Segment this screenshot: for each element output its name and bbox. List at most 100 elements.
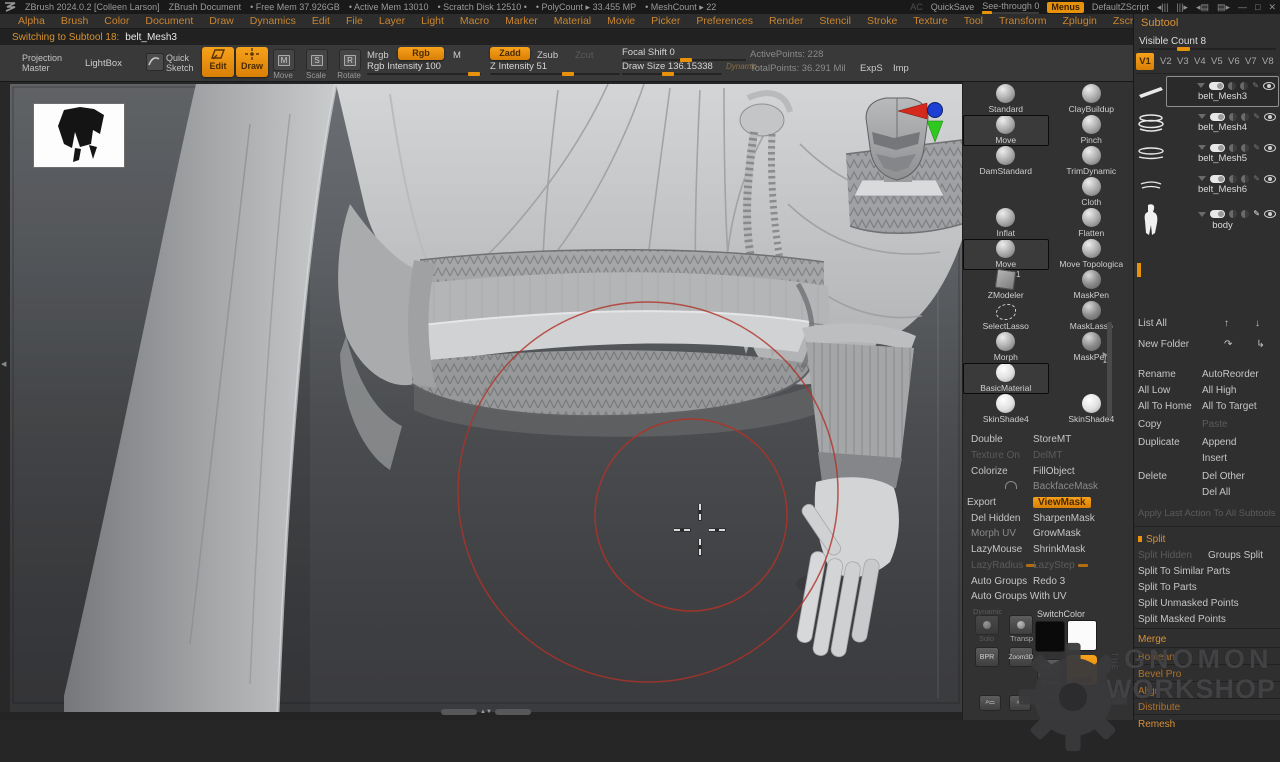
mrgb-button[interactable]: Mrgb bbox=[367, 50, 389, 61]
menu-brush[interactable]: Brush bbox=[53, 15, 96, 27]
sharpenmask-button[interactable]: SharpenMask bbox=[1033, 513, 1130, 524]
paste-button[interactable]: Paste bbox=[1202, 419, 1278, 430]
polypaint-icon[interactable] bbox=[1210, 113, 1225, 121]
minimize-button[interactable]: — bbox=[1238, 2, 1247, 12]
menu-light[interactable]: Light bbox=[413, 15, 452, 27]
copy-button[interactable]: Copy bbox=[1138, 419, 1202, 430]
move-up-icon[interactable]: ↑ bbox=[1224, 318, 1229, 329]
all-to-target-button[interactable]: All To Target bbox=[1202, 401, 1278, 412]
menu-color[interactable]: Color bbox=[96, 15, 137, 27]
lazyradius-slider[interactable]: LazyRadius bbox=[967, 560, 1033, 571]
visibility-eye-icon[interactable] bbox=[1264, 113, 1276, 121]
storemt-button[interactable]: StoreMT bbox=[1033, 434, 1130, 445]
brush-cloth[interactable]: Cloth bbox=[1049, 177, 1135, 208]
paint-icon[interactable]: ✎ bbox=[1253, 210, 1260, 218]
move-down-icon[interactable]: ↓ bbox=[1255, 318, 1260, 329]
uv-icon[interactable] bbox=[1229, 210, 1237, 218]
menu-tool[interactable]: Tool bbox=[956, 15, 991, 27]
polypaint-icon[interactable] bbox=[1210, 175, 1225, 183]
material-skinshade4[interactable]: SkinShade4 bbox=[963, 394, 1049, 425]
draw-button[interactable]: Draw bbox=[236, 47, 268, 77]
visibility-eye-icon[interactable] bbox=[1263, 82, 1275, 90]
funnel-icon[interactable] bbox=[1197, 83, 1205, 88]
viewmask-button[interactable]: ViewMask bbox=[1033, 497, 1091, 508]
paint-icon[interactable]: ✎ bbox=[1253, 144, 1260, 152]
material-basicmaterial[interactable]: BasicMaterial bbox=[963, 363, 1049, 394]
bevel-pro-section-header[interactable]: Bevel Pro bbox=[1138, 669, 1181, 680]
all-high-button[interactable]: All High bbox=[1202, 385, 1278, 396]
frame-icon[interactable]: ⌕▭ bbox=[979, 695, 1001, 711]
rotate-button[interactable]: R bbox=[339, 49, 361, 71]
menu-dynamics[interactable]: Dynamics bbox=[242, 15, 304, 27]
uv-icon[interactable] bbox=[1229, 144, 1237, 152]
auto-groups-with-uv-button[interactable]: Auto Groups With UV bbox=[967, 591, 1067, 602]
brush-move-2[interactable]: Move bbox=[963, 239, 1049, 270]
default-zscript-button[interactable]: DefaultZScript bbox=[1092, 2, 1149, 12]
zsub-button[interactable]: Zsub bbox=[537, 50, 558, 61]
tab-v8[interactable]: V8 bbox=[1262, 56, 1274, 67]
displacement-icon[interactable] bbox=[1241, 113, 1249, 121]
subtool-item-belt-mesh4[interactable]: ✎ belt_Mesh4 bbox=[1136, 107, 1279, 138]
del-other-button[interactable]: Del Other bbox=[1202, 471, 1278, 482]
uv-icon[interactable] bbox=[1228, 82, 1236, 90]
scroll-arrows-icon[interactable]: ▲▼ bbox=[480, 709, 492, 715]
menu-render[interactable]: Render bbox=[761, 15, 811, 27]
boolean-section-header[interactable]: Boolean bbox=[1138, 652, 1175, 663]
polypaint-icon[interactable] bbox=[1210, 210, 1225, 218]
displacement-icon[interactable] bbox=[1241, 175, 1249, 183]
append-button[interactable]: Append bbox=[1202, 437, 1278, 448]
brush-trimdynamic[interactable]: TrimDynamic bbox=[1049, 146, 1135, 177]
tab-v3[interactable]: V3 bbox=[1177, 56, 1189, 67]
brush-move-topological[interactable]: Move Topologica bbox=[1049, 239, 1135, 270]
see-through-slider[interactable]: See-through 0 bbox=[982, 1, 1039, 13]
solo-icon[interactable] bbox=[975, 615, 999, 635]
visibility-eye-icon[interactable] bbox=[1264, 175, 1276, 183]
brush-masklasso[interactable]: MaskLasso bbox=[1049, 301, 1135, 332]
timeline-left-icon[interactable]: ◂||| bbox=[1157, 2, 1169, 13]
remesh-section-header[interactable]: Remesh bbox=[1138, 719, 1175, 730]
imp-button[interactable]: Imp bbox=[893, 63, 909, 74]
rgb-intensity-slider[interactable]: Rgb Intensity 100 bbox=[367, 61, 481, 72]
menu-preferences[interactable]: Preferences bbox=[688, 15, 761, 27]
brush-selectlasso[interactable]: SelectLasso bbox=[963, 301, 1049, 332]
growmask-button[interactable]: GrowMask bbox=[1033, 528, 1130, 539]
doc-nav-right-icon[interactable]: ▤▸ bbox=[1217, 2, 1230, 13]
visibility-eye-icon[interactable] bbox=[1264, 144, 1276, 152]
displacement-icon[interactable] bbox=[1241, 210, 1249, 218]
paint-icon[interactable]: ✎ bbox=[1252, 82, 1259, 90]
menu-stencil[interactable]: Stencil bbox=[811, 15, 859, 27]
brush-inflat[interactable]: Inflat bbox=[963, 208, 1049, 239]
menu-material[interactable]: Material bbox=[546, 15, 599, 27]
new-folder-button[interactable]: New Folder bbox=[1138, 339, 1224, 350]
subtool-item-belt-mesh3[interactable]: ✎ belt_Mesh3 bbox=[1136, 76, 1279, 107]
brush-move[interactable]: Move bbox=[963, 115, 1049, 146]
uv-icon[interactable] bbox=[1229, 175, 1237, 183]
double-button[interactable]: Double bbox=[967, 434, 1033, 445]
distribute-section-header[interactable]: Distribute bbox=[1138, 702, 1180, 713]
z-intensity-slider[interactable]: Z Intensity 51 bbox=[490, 61, 620, 72]
subtool-item-belt-mesh6[interactable]: ✎ belt_Mesh6 bbox=[1136, 169, 1279, 200]
displacement-icon[interactable] bbox=[1240, 82, 1248, 90]
texture-on-button[interactable]: Texture On bbox=[967, 450, 1033, 461]
menu-macro[interactable]: Macro bbox=[452, 15, 497, 27]
lazymouse-button[interactable]: LazyMouse bbox=[967, 544, 1033, 555]
delmt-button[interactable]: DelMT bbox=[1033, 450, 1130, 461]
brush-flatten[interactable]: Flatten bbox=[1049, 208, 1135, 239]
left-panel-expand-icon[interactable]: ◀ bbox=[1, 360, 6, 368]
del-all-button[interactable]: Del All bbox=[1202, 487, 1278, 498]
move-out-folder-icon[interactable]: ↷ bbox=[1224, 339, 1232, 350]
draw-size-slider[interactable]: Draw Size 136.15338 bbox=[622, 61, 722, 72]
transp-icon[interactable] bbox=[1009, 615, 1033, 635]
merge-section-header[interactable]: Merge bbox=[1138, 634, 1166, 645]
subtool-item-belt-mesh5[interactable]: ✎ belt_Mesh5 bbox=[1136, 138, 1279, 169]
menu-edit[interactable]: Edit bbox=[304, 15, 338, 27]
quicksave-button[interactable]: QuickSave bbox=[931, 2, 975, 12]
del-hidden-button[interactable]: Del Hidden bbox=[967, 513, 1033, 524]
all-low-button[interactable]: All Low bbox=[1138, 385, 1202, 396]
edit-button[interactable]: Edit bbox=[202, 47, 234, 77]
groups-split-button[interactable]: Groups Split bbox=[1208, 550, 1278, 561]
polypaint-icon[interactable] bbox=[1209, 82, 1224, 90]
autoreorder-button[interactable]: AutoReorder bbox=[1202, 369, 1278, 380]
dynamic-persp-toggle[interactable]: DynamicPersp bbox=[1037, 693, 1066, 711]
aahalf-icon[interactable]: ⌕▪ bbox=[1009, 695, 1031, 711]
